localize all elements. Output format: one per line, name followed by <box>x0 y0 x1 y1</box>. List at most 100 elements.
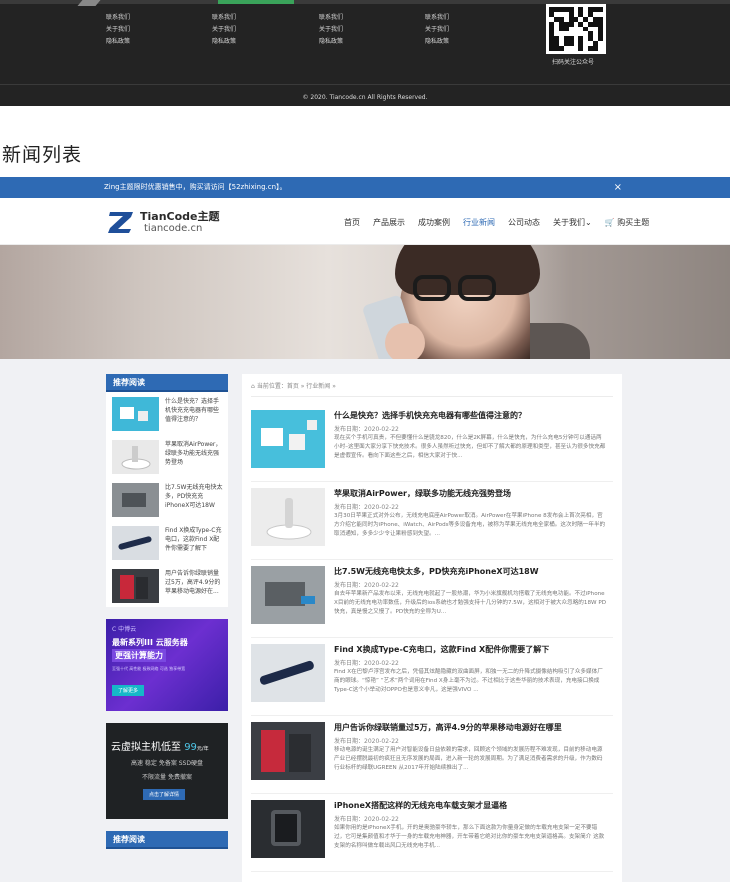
nav-item-products[interactable]: 产品展示 <box>373 217 405 228</box>
footer-column: 联系我们 关于我们 隐私政策 <box>212 12 236 48</box>
ad-price: 99 <box>184 742 197 753</box>
article-thumbnail[interactable] <box>251 644 325 702</box>
sidebar-item-label[interactable]: Find X换成Type-C充电口，这款Find X配件你需要了解下 <box>165 526 223 562</box>
sidebar-item-label[interactable]: 什么是快充？选择手机快充充电器有哪些值得注意的？ <box>165 397 223 433</box>
sidebar-item-label[interactable]: 用户告诉你绿联销量过5万，高评4.9分的苹果移动电源好在... <box>165 569 223 605</box>
article-summary: 3月30日苹果正式对外公布，无线充电底座AirPower取消。AirPower在… <box>334 513 606 537</box>
article-title[interactable]: Find X换成Type-C充电口，这款Find X配件你需要了解下 <box>334 644 549 655</box>
notice-text[interactable]: Zing主题限时优惠销售中，购买请访问【52zhixing.cn】。 <box>104 183 287 191</box>
nav-item-cases[interactable]: 成功案例 <box>418 217 450 228</box>
footer-link[interactable]: 关于我们 <box>319 24 343 36</box>
article-thumbnail[interactable] <box>251 488 325 546</box>
logo-title[interactable]: TianCode主题 <box>140 208 220 224</box>
nav-item-about[interactable]: 关于我们⌄ <box>553 217 592 228</box>
ad-headline: 最新系列III 云服务器 <box>112 638 188 647</box>
sidebar-item[interactable]: 什么是快充？选择手机快充充电器有哪些值得注意的？ <box>106 392 228 435</box>
hero-glasses <box>413 275 451 301</box>
article-item[interactable]: 用户告诉你绿联销量过5万，高评4.9分的苹果移动电源好在哪里 发布日期：2020… <box>251 716 613 794</box>
article-date: 发布日期：2020-02-22 <box>334 582 399 589</box>
ad-desc: 高速 稳定 免备案 SSD硬盘 <box>131 760 203 767</box>
nav-item-buy-theme[interactable]: 🛒 购买主题 <box>605 217 650 228</box>
hero-hand <box>385 323 425 359</box>
footer-decor <box>77 0 101 6</box>
sidebar-thumbnail[interactable] <box>112 483 159 517</box>
ad-learn-more-button[interactable]: 了解更多 <box>112 685 145 696</box>
footer-column: 联系我们 关于我们 隐私政策 <box>106 12 130 48</box>
article-summary: 如果你用的是iPhoneX手机，开的是奥驰豪华轿车，那么下面这款为你量身定做的车… <box>334 825 605 849</box>
ad-details-button[interactable]: 点击了解详情 <box>143 789 186 800</box>
footer-link[interactable]: 联系我们 <box>425 12 449 24</box>
article-item[interactable]: 什么是快充？选择手机快充充电器有哪些值得注意的？ 发布日期：2020-02-22… <box>251 404 613 482</box>
footer-link[interactable]: 隐私政策 <box>425 36 449 48</box>
footer-link[interactable]: 关于我们 <box>425 24 449 36</box>
qr-caption: 扫码关注公众号 <box>552 59 595 66</box>
qr-code-icon <box>546 4 606 54</box>
article-item[interactable]: 苹果取消AirPower，绿联多功能无线充强势登场 发布日期：2020-02-2… <box>251 482 613 560</box>
sidebar-item[interactable]: Find X换成Type-C充电口，这款Find X配件你需要了解下 <box>106 521 228 564</box>
footer-link[interactable]: 关于我们 <box>212 24 236 36</box>
breadcrumb-text[interactable]: 当前位置：首页 » 行业新闻 » <box>257 383 336 390</box>
footer-link[interactable]: 隐私政策 <box>319 36 343 48</box>
sidebar-thumbnail[interactable] <box>112 440 159 474</box>
logo-icon[interactable] <box>107 209 135 235</box>
news-list-screenshot: Zing主题限时优惠销售中，购买请访问【52zhixing.cn】。 × Tia… <box>0 177 730 882</box>
article-summary: Find X在巴黎卢浮宫发布之后，凭借其炫酷隐藏的双曲面屏，和独一无二的升降式摄… <box>334 669 603 693</box>
section-title: 新闻列表 <box>2 144 83 166</box>
sidebar-thumbnail[interactable] <box>112 569 159 603</box>
sidebar-item-label[interactable]: 苹果取消AirPower，绿联多功能无线充强势登场 <box>165 440 223 476</box>
article-item[interactable]: 比7.5W无线充电快太多，PD快充充iPhoneX可达18W 发布日期：2020… <box>251 560 613 638</box>
ad-brand: C 中博云 <box>112 626 137 633</box>
recommended-widget: 推荐阅读 <box>106 831 228 849</box>
nav-item-industry-news[interactable]: 行业新闻 <box>463 217 495 228</box>
article-thumbnail[interactable] <box>251 410 325 468</box>
article-date: 发布日期：2020-02-22 <box>334 426 399 433</box>
article-thumbnail[interactable] <box>251 800 325 858</box>
sidebar-item[interactable]: 苹果取消AirPower，绿联多功能无线充强势登场 <box>106 435 228 478</box>
ad-desc: 至强十代 高性能 极致网络 可选 独享带宽 <box>112 666 186 671</box>
footer-link[interactable]: 隐私政策 <box>212 36 236 48</box>
article-summary: 现在买个手机可真贵，不但要懂什么是骁龙820，什么是2K屏幕，什么是快充，为什么… <box>334 435 606 459</box>
ad-desc: 不限流量 免费撤案 <box>142 774 192 781</box>
footer-top-line <box>0 0 730 4</box>
article-title[interactable]: iPhoneX搭配这样的无线充电车载支架才显逼格 <box>334 800 507 811</box>
article-title[interactable]: 什么是快充？选择手机快充充电器有哪些值得注意的？ <box>334 410 526 421</box>
footer-link[interactable]: 隐私政策 <box>106 36 130 48</box>
sidebar-thumbnail[interactable] <box>112 397 159 431</box>
virtual-host-ad[interactable]: 云虚拟主机低至 99元/年 高速 稳定 免备案 SSD硬盘 不限流量 免费撤案 … <box>106 723 228 819</box>
footer-divider <box>0 84 730 85</box>
footer-link[interactable]: 关于我们 <box>106 24 130 36</box>
article-thumbnail[interactable] <box>251 566 325 624</box>
cloud-server-ad[interactable]: C 中博云 最新系列III 云服务器 更强计算能力 至强十代 高性能 极致网络 … <box>106 619 228 711</box>
widget-title: 推荐阅读 <box>106 831 228 849</box>
footer-link[interactable]: 联系我们 <box>319 12 343 24</box>
ad-headline: 云虚拟主机低至 99元/年 <box>111 738 209 753</box>
hero-banner <box>0 245 730 359</box>
breadcrumb: ⌂ 当前位置：首页 » 行业新闻 » <box>251 381 336 390</box>
footer-column: 联系我们 关于我们 隐私政策 <box>425 12 449 48</box>
home-icon[interactable]: ⌂ <box>251 383 255 390</box>
sidebar-thumbnail[interactable] <box>112 526 159 560</box>
article-date: 发布日期：2020-02-22 <box>334 816 399 823</box>
logo-subtitle: tiancode.cn <box>144 223 203 234</box>
widget-title: 推荐阅读 <box>106 374 228 392</box>
article-date: 发布日期：2020-02-22 <box>334 738 399 745</box>
main-nav: 首页 产品展示 成功案例 行业新闻 公司动态 关于我们⌄ 🛒 购买主题 <box>344 217 662 228</box>
sidebar-item[interactable]: 比7.5W无线充电快太多，PD快充充iPhoneX可达18W <box>106 478 228 521</box>
close-icon[interactable]: × <box>614 177 622 198</box>
article-item[interactable]: iPhoneX搭配这样的无线充电车载支架才显逼格 发布日期：2020-02-22… <box>251 794 613 872</box>
footer-column: 联系我们 关于我们 隐私政策 <box>319 12 343 48</box>
sidebar-item[interactable]: 用户告诉你绿联销量过5万，高评4.9分的苹果移动电源好在... <box>106 564 228 607</box>
article-title[interactable]: 苹果取消AirPower，绿联多功能无线充强势登场 <box>334 488 511 499</box>
footer-link[interactable]: 联系我们 <box>212 12 236 24</box>
footer-link[interactable]: 联系我们 <box>106 12 130 24</box>
article-date: 发布日期：2020-02-22 <box>334 504 399 511</box>
article-title[interactable]: 比7.5W无线充电快太多，PD快充充iPhoneX可达18W <box>334 566 539 577</box>
sidebar-item-label[interactable]: 比7.5W无线充电快太多，PD快充充iPhoneX可达18W <box>165 483 223 519</box>
nav-item-home[interactable]: 首页 <box>344 217 360 228</box>
nav-item-company-news[interactable]: 公司动态 <box>508 217 540 228</box>
article-thumbnail[interactable] <box>251 722 325 780</box>
footer-preview: 联系我们 关于我们 隐私政策 联系我们 关于我们 隐私政策 联系我们 关于我们 … <box>0 0 730 106</box>
article-list: ⌂ 当前位置：首页 » 行业新闻 » 什么是快充？选择手机快充充电器有哪些值得注意… <box>242 374 622 882</box>
article-title[interactable]: 用户告诉你绿联销量过5万，高评4.9分的苹果移动电源好在哪里 <box>334 722 562 733</box>
article-item[interactable]: Find X换成Type-C充电口，这款Find X配件你需要了解下 发布日期：… <box>251 638 613 716</box>
